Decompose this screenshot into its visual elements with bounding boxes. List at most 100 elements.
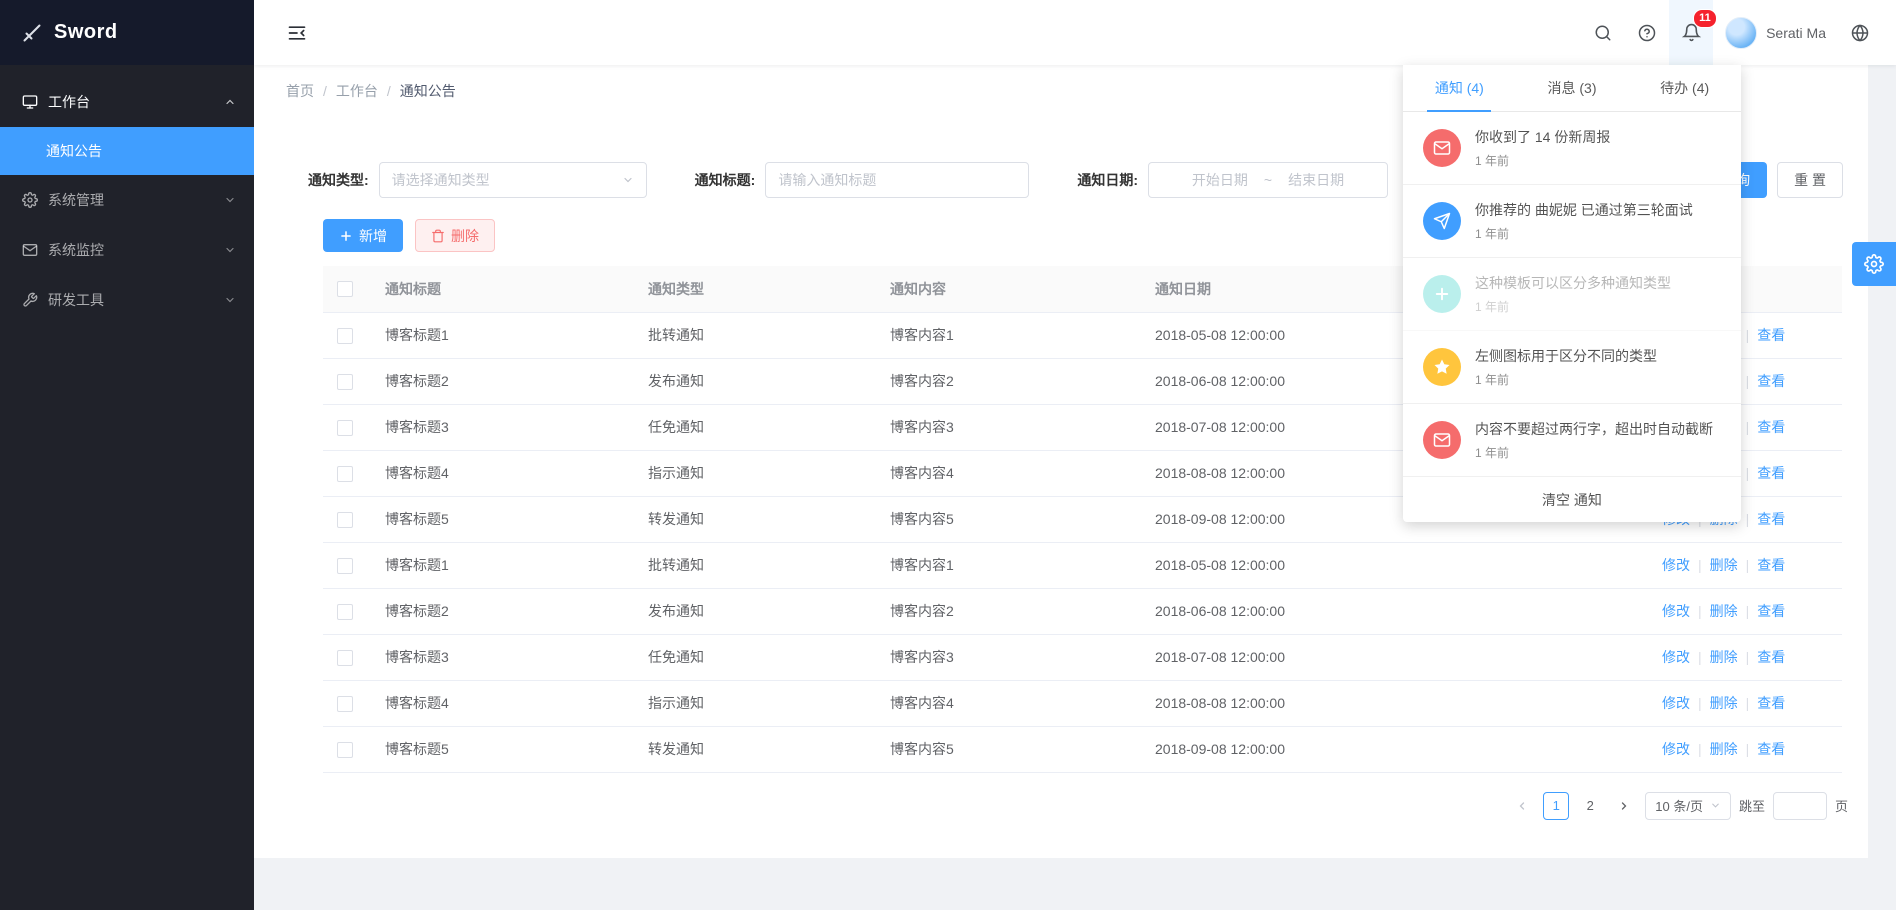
notification-tab[interactable]: 通知 (4) — [1403, 65, 1516, 111]
breadcrumb-item-home[interactable]: 首页 — [286, 81, 314, 101]
cell-content: 博客内容2 — [880, 358, 1145, 404]
breadcrumb-separator: / — [323, 81, 327, 101]
sword-logo-icon — [20, 21, 44, 45]
action-view[interactable]: 查看 — [1757, 695, 1785, 711]
theme-settings-button[interactable] — [1852, 242, 1896, 286]
cell-date: 2018-08-08 12:00:00 — [1145, 680, 1652, 726]
next-page-button[interactable] — [1611, 792, 1637, 820]
jump-page-input[interactable] — [1773, 792, 1827, 820]
language-button[interactable] — [1838, 0, 1882, 65]
sidebar-item-workbench[interactable]: 工作台 — [0, 77, 254, 127]
notification-item[interactable]: 这种模板可以区分多种通知类型 1 年前 — [1403, 258, 1741, 331]
notification-time: 1 年前 — [1475, 371, 1721, 388]
notice-type-placeholder: 请选择通知类型 — [392, 170, 490, 190]
action-view[interactable]: 查看 — [1757, 741, 1785, 757]
row-checkbox[interactable] — [337, 420, 353, 436]
cell-date: 2018-05-08 12:00:00 — [1145, 542, 1652, 588]
user-menu[interactable]: Serati Ma — [1713, 0, 1838, 65]
notification-type-icon — [1423, 202, 1461, 240]
prev-page-button[interactable] — [1509, 792, 1535, 820]
sidebar-item-system-management[interactable]: 系统管理 — [0, 175, 254, 225]
select-all-checkbox[interactable] — [337, 281, 353, 297]
clear-notifications-button[interactable]: 清空 通知 — [1403, 477, 1741, 522]
notification-texts: 你收到了 14 份新周报 1 年前 — [1475, 127, 1721, 169]
sidebar-item-notice[interactable]: 通知公告 — [0, 127, 254, 175]
page-number-2[interactable]: 2 — [1577, 792, 1603, 820]
search-button[interactable] — [1581, 0, 1625, 65]
notification-item[interactable]: 左侧图标用于区分不同的类型 1 年前 — [1403, 331, 1741, 404]
question-circle-icon — [1638, 24, 1656, 42]
row-checkbox[interactable] — [337, 604, 353, 620]
collapse-sidebar-button[interactable] — [282, 18, 312, 48]
sidebar-item-dev-tools[interactable]: 研发工具 — [0, 275, 254, 325]
row-checkbox[interactable] — [337, 512, 353, 528]
action-delete[interactable]: 删除 — [1710, 557, 1738, 573]
add-button-label: 新增 — [359, 226, 387, 246]
notifications-button[interactable]: 11 — [1669, 0, 1713, 65]
page-size-select[interactable]: 10 条/页 — [1645, 792, 1731, 820]
column-header-title: 通知标题 — [375, 266, 638, 312]
sidebar-item-system-monitor[interactable]: 系统监控 — [0, 225, 254, 275]
notification-title: 这种模板可以区分多种通知类型 — [1475, 273, 1721, 293]
action-edit[interactable]: 修改 — [1662, 557, 1690, 573]
notification-item[interactable]: 你推荐的 曲妮妮 已通过第三轮面试 1 年前 — [1403, 185, 1741, 258]
delete-button-label: 删除 — [451, 226, 479, 246]
notification-type-icon — [1423, 275, 1461, 313]
cell-type: 指示通知 — [638, 680, 880, 726]
cell-actions: 修改|删除|查看 — [1652, 588, 1842, 634]
action-delete[interactable]: 删除 — [1710, 741, 1738, 757]
action-separator: | — [1698, 649, 1702, 665]
action-edit[interactable]: 修改 — [1662, 741, 1690, 757]
action-view[interactable]: 查看 — [1757, 373, 1785, 389]
cell-type: 批转通知 — [638, 312, 880, 358]
notification-time: 1 年前 — [1475, 152, 1721, 169]
reset-button[interactable]: 重 置 — [1777, 162, 1843, 198]
action-separator: | — [1746, 649, 1750, 665]
help-button[interactable] — [1625, 0, 1669, 65]
breadcrumb-item-workbench[interactable]: 工作台 — [336, 81, 378, 101]
row-checkbox[interactable] — [337, 328, 353, 344]
row-checkbox[interactable] — [337, 696, 353, 712]
gear-icon — [22, 192, 38, 208]
action-view[interactable]: 查看 — [1757, 419, 1785, 435]
top-header: 11 Serati Ma — [254, 0, 1896, 65]
action-view[interactable]: 查看 — [1757, 327, 1785, 343]
notification-tab[interactable]: 待办 (4) — [1628, 65, 1741, 111]
app-logo[interactable]: Sword — [0, 0, 254, 65]
add-button[interactable]: 新增 — [323, 219, 403, 252]
cell-type: 发布通知 — [638, 358, 880, 404]
notice-type-select[interactable]: 请选择通知类型 — [379, 162, 647, 198]
row-checkbox[interactable] — [337, 374, 353, 390]
row-checkbox[interactable] — [337, 558, 353, 574]
row-checkbox[interactable] — [337, 650, 353, 666]
column-header-content: 通知内容 — [880, 266, 1145, 312]
action-delete[interactable]: 删除 — [1710, 603, 1738, 619]
notification-texts: 你推荐的 曲妮妮 已通过第三轮面试 1 年前 — [1475, 200, 1721, 242]
notice-type-label: 通知类型: — [308, 170, 369, 190]
notification-title: 内容不要超过两行字，超出时自动截断 — [1475, 419, 1721, 439]
action-delete[interactable]: 删除 — [1710, 695, 1738, 711]
wrench-icon — [22, 292, 38, 308]
delete-button[interactable]: 删除 — [415, 219, 495, 252]
row-checkbox[interactable] — [337, 742, 353, 758]
notification-tab[interactable]: 消息 (3) — [1516, 65, 1629, 111]
action-edit[interactable]: 修改 — [1662, 603, 1690, 619]
notification-item[interactable]: 你收到了 14 份新周报 1 年前 — [1403, 112, 1741, 185]
action-view[interactable]: 查看 — [1757, 557, 1785, 573]
notification-item[interactable]: 内容不要超过两行字，超出时自动截断 1 年前 — [1403, 404, 1741, 477]
action-view[interactable]: 查看 — [1757, 603, 1785, 619]
mail-icon — [22, 242, 38, 258]
action-edit[interactable]: 修改 — [1662, 649, 1690, 665]
notice-title-input[interactable] — [765, 162, 1029, 198]
cell-content: 博客内容4 — [880, 680, 1145, 726]
action-delete[interactable]: 删除 — [1710, 649, 1738, 665]
page-number-1[interactable]: 1 — [1543, 792, 1569, 820]
cell-actions: 修改|删除|查看 — [1652, 542, 1842, 588]
date-range-picker[interactable]: 开始日期 ~ 结束日期 — [1148, 162, 1388, 198]
action-edit[interactable]: 修改 — [1662, 695, 1690, 711]
action-view[interactable]: 查看 — [1757, 511, 1785, 527]
action-view[interactable]: 查看 — [1757, 649, 1785, 665]
chevron-right-icon — [1618, 800, 1630, 812]
action-view[interactable]: 查看 — [1757, 465, 1785, 481]
row-checkbox[interactable] — [337, 466, 353, 482]
